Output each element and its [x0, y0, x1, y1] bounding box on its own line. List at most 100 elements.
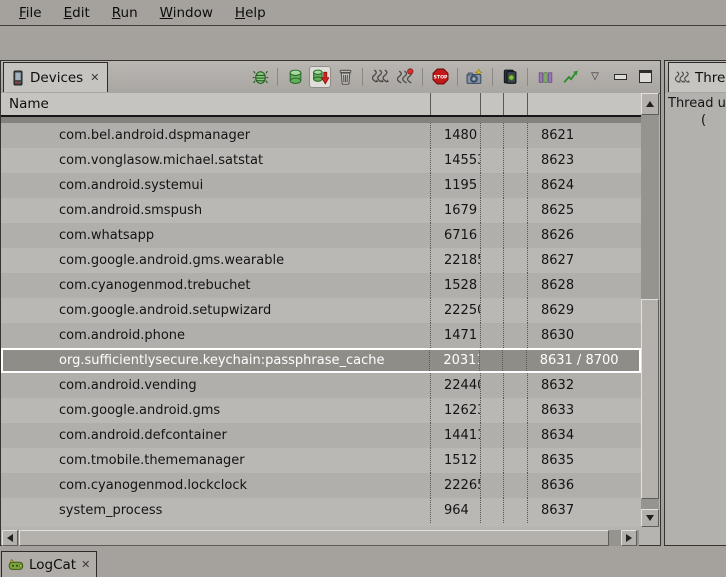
threads-icon	[675, 70, 690, 85]
view-menu-icon[interactable]: ▽	[584, 66, 606, 88]
cell-empty	[481, 198, 504, 223]
vertical-scrollbar[interactable]	[641, 93, 659, 527]
maximize-icon[interactable]	[634, 66, 656, 88]
table-row[interactable]: com.android.vending224408632	[1, 373, 641, 398]
table-row[interactable]: com.android.systemui11958624	[1, 173, 641, 198]
column-header-pid[interactable]	[431, 93, 481, 115]
scroll-up-button[interactable]	[641, 93, 659, 115]
tab-logcat-label: LogCat	[29, 557, 76, 573]
arrow-left-icon	[7, 534, 13, 542]
cell-empty	[504, 473, 528, 498]
column-header-empty[interactable]	[504, 93, 528, 115]
table-header: Name	[1, 93, 641, 117]
cell-name: org.sufficientlysecure.keychain:passphra…	[3, 350, 430, 371]
start-method-profiling-icon[interactable]	[394, 66, 416, 88]
cell-name: com.android.smspush	[1, 198, 431, 223]
table-row[interactable]: com.whatsapp67168626	[1, 223, 641, 248]
cell-port: 8623	[528, 148, 641, 173]
cell-name: com.whatsapp	[1, 223, 431, 248]
cause-gc-icon[interactable]	[334, 66, 356, 88]
cell-pid: 964	[431, 498, 481, 523]
table-row[interactable]: com.cyanogenmod.trebuchet15288628	[1, 273, 641, 298]
table-row[interactable]: org.sufficientlysecure.keychain:passphra…	[1, 348, 641, 373]
cell-empty	[481, 248, 504, 273]
threads-tabstrip: Threads	[665, 61, 726, 94]
cell-empty	[481, 373, 504, 398]
table-row[interactable]: system_process9648637	[1, 498, 641, 523]
tab-threads[interactable]: Threads	[668, 62, 726, 92]
tab-logcat[interactable]: LogCat ✕	[1, 551, 97, 577]
cell-name: com.android.systemui	[1, 173, 431, 198]
vertical-scrollbar-thumb[interactable]	[641, 299, 659, 499]
systrace-icon[interactable]	[534, 66, 556, 88]
table-row[interactable]: com.google.android.setupwizard222508629	[1, 298, 641, 323]
cell-pid: 1512	[431, 448, 481, 473]
logcat-icon	[8, 557, 24, 573]
cell-empty	[480, 350, 503, 371]
cell-pid: 1679	[431, 198, 481, 223]
arrow-down-icon	[646, 515, 654, 521]
scroll-down-button[interactable]	[641, 509, 659, 527]
ddms-window: FileEditRunWindowHelp Devices ✕	[0, 0, 726, 577]
toolbar-separator	[492, 68, 493, 86]
scroll-right-button[interactable]	[621, 530, 637, 546]
cell-empty	[504, 273, 528, 298]
cell-empty	[481, 123, 504, 148]
debug-process-icon[interactable]	[249, 66, 271, 88]
cell-empty	[503, 350, 527, 371]
arrow-right-icon	[626, 534, 632, 542]
opengl-trace-icon[interactable]	[559, 66, 581, 88]
dump-hprof-icon[interactable]	[309, 66, 331, 88]
table-row[interactable]: com.android.defcontainer144118634	[1, 423, 641, 448]
cell-port: 8633	[528, 398, 641, 423]
table-row[interactable]: com.bel.android.dspmanager14808621	[1, 123, 641, 148]
cell-empty	[481, 473, 504, 498]
cell-port: 8637	[528, 498, 641, 523]
table-row[interactable]: com.android.phone14718630	[1, 323, 641, 348]
cell-empty	[481, 498, 504, 523]
toolbar-separator	[527, 68, 528, 86]
cell-empty	[481, 323, 504, 348]
tab-devices-label: Devices	[30, 70, 83, 86]
column-header-empty[interactable]	[481, 93, 504, 115]
stop-process-icon[interactable]: STOP	[429, 66, 451, 88]
table-row[interactable]: com.vonglasow.michael.satstat145538623	[1, 148, 641, 173]
cell-pid: 20311	[430, 350, 480, 371]
menu-edit[interactable]: Edit	[53, 3, 101, 23]
horizontal-scrollbar-thumb[interactable]	[19, 530, 609, 546]
tab-devices[interactable]: Devices ✕	[3, 62, 108, 92]
table-row[interactable]: com.tmobile.thememanager15128635	[1, 448, 641, 473]
column-header-port[interactable]	[528, 93, 641, 115]
table-row[interactable]: com.cyanogenmod.lockclock222658636	[1, 473, 641, 498]
close-icon[interactable]: ✕	[90, 71, 99, 84]
table-row[interactable]: com.android.smspush16798625	[1, 198, 641, 223]
menu-file[interactable]: File	[8, 3, 53, 23]
cell-pid: 6716	[431, 223, 481, 248]
minimize-icon[interactable]	[609, 66, 631, 88]
cell-name: com.google.android.gms	[1, 398, 431, 423]
close-icon[interactable]: ✕	[81, 558, 90, 571]
column-header-name[interactable]: Name	[1, 93, 431, 115]
menu-run[interactable]: Run	[101, 3, 149, 23]
toolbar-separator	[422, 68, 423, 86]
cell-name: com.cyanogenmod.trebuchet	[1, 273, 431, 298]
screen-capture-icon[interactable]	[464, 66, 486, 88]
update-threads-icon[interactable]	[369, 66, 391, 88]
cell-pid: 22265	[431, 473, 481, 498]
update-heap-icon[interactable]	[284, 66, 306, 88]
dump-view-hierarchy-icon[interactable]	[499, 66, 521, 88]
scroll-left-button[interactable]	[2, 530, 18, 546]
threads-message-line2: (	[701, 113, 706, 128]
cell-name: com.vonglasow.michael.satstat	[1, 148, 431, 173]
cell-empty	[481, 423, 504, 448]
tab-threads-label: Threads	[695, 70, 726, 86]
menu-window[interactable]: Window	[149, 3, 224, 23]
cell-pid: 1195	[431, 173, 481, 198]
horizontal-scrollbar[interactable]	[2, 530, 639, 546]
table-row[interactable]: com.google.android.gms126238633	[1, 398, 641, 423]
table-row[interactable]: com.google.android.gms.wearable221858627	[1, 248, 641, 273]
cell-empty	[504, 123, 528, 148]
cell-empty	[481, 223, 504, 248]
menu-help[interactable]: Help	[224, 3, 277, 23]
cell-pid: 14411	[431, 423, 481, 448]
